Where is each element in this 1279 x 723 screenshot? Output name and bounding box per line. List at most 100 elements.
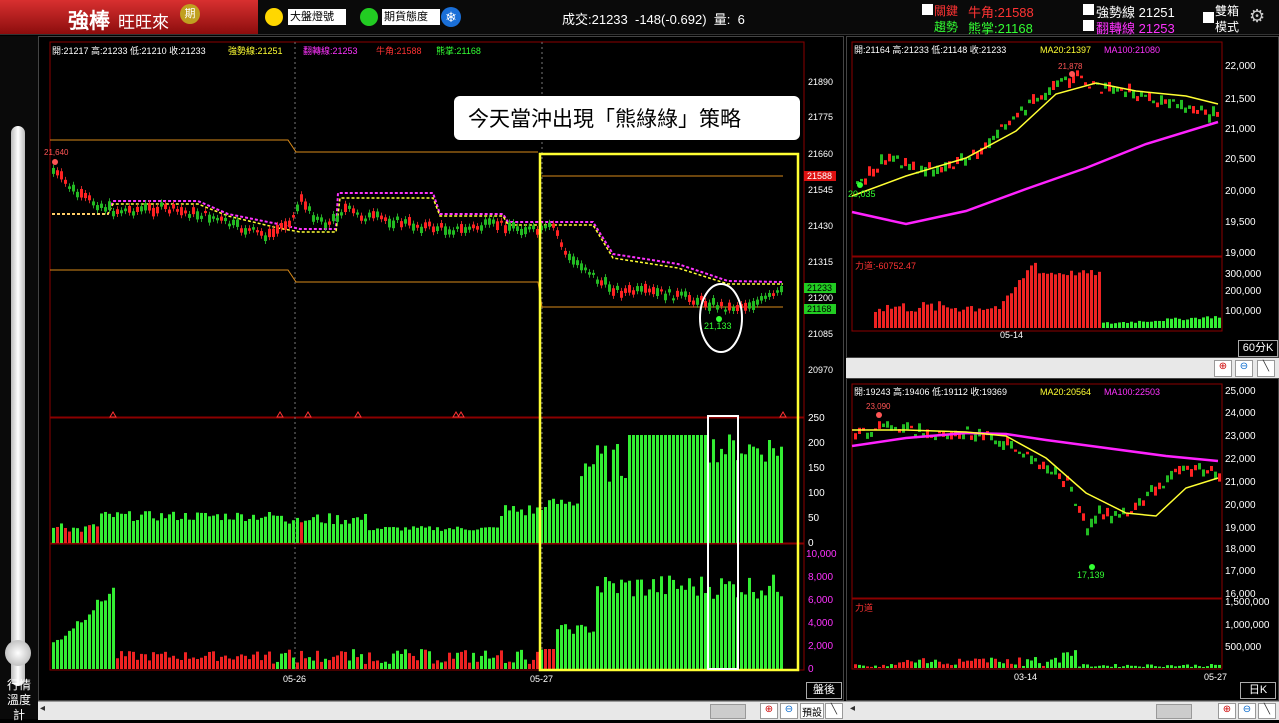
cd-power-tick: 500,000	[1225, 642, 1262, 653]
volume-bar	[704, 435, 707, 543]
candle-body	[508, 222, 511, 231]
cd-power-bar	[854, 664, 857, 668]
candle-body	[556, 230, 559, 236]
bottom-scrollbar[interactable]: ◂ ⊕ ⊖ 預設 ╲ ◂ ⊕ ⊖ ╲	[38, 701, 1279, 720]
candle-body	[460, 224, 463, 233]
volume-bar	[504, 505, 507, 543]
day-zoom-out-icon[interactable]: ⊖	[1238, 703, 1256, 719]
candle-body	[140, 206, 143, 212]
volume2-bar	[696, 595, 699, 669]
volume2-bar	[732, 584, 735, 669]
c60-candle	[952, 166, 955, 170]
period-60min-button[interactable]: 60分K	[1238, 340, 1278, 357]
volume2-bar	[560, 625, 563, 669]
volume-bar	[692, 435, 695, 543]
c60-candle	[1144, 94, 1147, 97]
strong-line-checkbox[interactable]	[1083, 4, 1094, 15]
signal-triangle	[304, 411, 312, 418]
volume2-bar	[624, 582, 627, 669]
c60-power-bar	[1130, 321, 1133, 328]
c60-power-bar	[1210, 318, 1213, 328]
cd-candle	[1118, 514, 1121, 518]
c60-power-bar	[978, 308, 981, 328]
cd-power-bar	[1070, 655, 1073, 668]
volume-bar	[264, 516, 267, 543]
scroll-thumb[interactable]	[710, 704, 746, 719]
futures-attitude-icon[interactable]	[360, 8, 378, 26]
volume2-bar	[176, 658, 179, 669]
volume-bar	[496, 527, 499, 543]
volume2-bar	[224, 655, 227, 669]
candle-body	[324, 222, 327, 229]
dual-box-checkbox[interactable]	[1203, 12, 1214, 23]
candle-body	[84, 192, 87, 199]
volume-bar	[164, 518, 167, 543]
c60-candle	[1012, 116, 1015, 120]
candle-body	[580, 263, 583, 271]
c60-power-bar	[1194, 317, 1197, 328]
volume2-bar	[484, 650, 487, 669]
candle-body	[532, 225, 535, 230]
cd-power-bar	[1058, 662, 1061, 668]
gear-icon[interactable]: ⚙	[1249, 6, 1265, 27]
candle-body	[512, 222, 515, 229]
volume2-bar	[76, 621, 79, 669]
cd-power-bar	[1178, 665, 1181, 668]
main-intraday-chart[interactable]: 開:21217 高:21233 低:21210 收:21233 強勢線:2125…	[38, 36, 844, 701]
c60-power-bar	[1066, 275, 1069, 328]
brand-subtitle: 旺旺來	[118, 13, 169, 32]
scroll-left-icon-2[interactable]: ◂	[850, 703, 855, 714]
market-signal-button[interactable]: 大盤燈號	[288, 9, 346, 25]
candle-body	[296, 204, 299, 212]
volume-bar	[488, 527, 491, 543]
volume2-bar	[628, 580, 631, 669]
cd-candle	[1026, 451, 1029, 455]
c60-candle	[1184, 107, 1187, 113]
candle-body	[504, 225, 507, 234]
c60-power-bar	[1050, 272, 1053, 328]
c60-power-bar	[1126, 322, 1129, 328]
main-zoom-out-icon[interactable]: ⊖	[780, 703, 798, 719]
zoom-in-icon[interactable]: ⊕	[1214, 360, 1232, 377]
draw-line-icon[interactable]: ╲	[1257, 360, 1275, 377]
day-zoom-in-icon[interactable]: ⊕	[1218, 703, 1236, 719]
volume2-axis: 10,000 8,000 6,000 4,000 2,000 0	[806, 549, 837, 675]
turn-line-checkbox[interactable]	[1083, 20, 1094, 31]
chart-60min[interactable]: 開:21164 高:21233 低:21148 收:21233 MA20:213…	[846, 36, 1279, 358]
period-daily-button[interactable]: 日K	[1240, 682, 1276, 699]
futures-attitude-button[interactable]: 期貨態度	[382, 9, 440, 25]
day-scroll-thumb[interactable]	[1156, 704, 1192, 719]
candle-body	[568, 253, 571, 261]
candle-body	[676, 290, 679, 297]
c60-candle	[872, 168, 875, 177]
volume-bar	[168, 514, 171, 543]
cd-power-bar	[1130, 665, 1133, 668]
volume-bar	[340, 524, 343, 543]
main-zoom-in-icon[interactable]: ⊕	[760, 703, 778, 719]
key-checkbox[interactable]	[922, 4, 933, 15]
volume-bar	[484, 527, 487, 543]
chart-daily[interactable]: 開:19243 高:19406 低:19112 收:19369 MA20:205…	[846, 378, 1279, 701]
cd-candle	[1094, 515, 1097, 524]
c60-ma100: MA100:21080	[1104, 45, 1160, 55]
main-draw-line-icon[interactable]: ╲	[825, 703, 843, 719]
volume2-bar	[188, 658, 191, 669]
after-hours-button[interactable]: 盤後	[806, 682, 842, 699]
volume2-bar	[136, 659, 139, 669]
scroll-left-icon[interactable]: ◂	[40, 703, 45, 714]
day-draw-line-icon[interactable]: ╲	[1258, 703, 1276, 719]
snowflake-icon[interactable]: ❄	[441, 7, 461, 27]
cd-candle	[886, 421, 889, 428]
volume-bar	[180, 518, 183, 543]
market-signal-icon[interactable]	[265, 8, 283, 26]
cd-candle	[1126, 513, 1129, 517]
volume-bar	[676, 435, 679, 543]
c60-power-tick: 100,000	[1225, 306, 1262, 317]
zoom-out-icon[interactable]: ⊖	[1235, 360, 1253, 377]
preset-button[interactable]: 預設	[800, 703, 824, 719]
candle-body	[644, 283, 647, 293]
volume-bar	[412, 526, 415, 543]
c60-candle	[880, 154, 883, 165]
c60-scrollbar[interactable]: ⊕ ⊖ ╲	[846, 358, 1279, 378]
cd-power-bar	[1142, 666, 1145, 668]
